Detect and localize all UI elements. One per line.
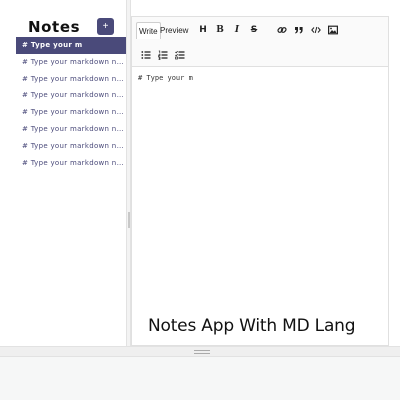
markdown-input[interactable]: # Type your m: [132, 68, 388, 345]
checklist-icon[interactable]: [173, 48, 187, 62]
editor-toolbar: Write Preview H B I S: [132, 17, 388, 67]
markdown-editor: Write Preview H B I S # Type your m: [131, 16, 389, 346]
sidebar-header: Notes +: [16, 17, 116, 37]
header-icon[interactable]: H: [196, 23, 210, 37]
sidebar-title: Notes: [28, 18, 81, 36]
link-icon[interactable]: [275, 23, 289, 37]
quote-icon[interactable]: [292, 23, 306, 37]
overlay-caption: Notes App With MD Lang: [148, 316, 356, 336]
note-list: # Type your m # Type your markdown note'…: [16, 37, 126, 171]
notes-app: Notes + # Type your m # Type your markdo…: [0, 0, 400, 400]
strikethrough-icon[interactable]: S: [247, 23, 261, 37]
add-note-button[interactable]: +: [97, 18, 114, 35]
note-item[interactable]: # Type your markdown note's title here: [16, 71, 126, 88]
bold-icon[interactable]: B: [213, 23, 227, 37]
splitter-grip-icon: [128, 212, 130, 228]
note-item[interactable]: # Type your markdown note's title here: [16, 87, 126, 104]
note-item[interactable]: # Type your markdown note's title here: [16, 104, 126, 121]
note-item[interactable]: # Type your markdown note's title here: [16, 121, 126, 138]
note-item[interactable]: # Type your markdown note's title here: [16, 138, 126, 155]
splitter-grip-icon: [194, 350, 210, 354]
note-item[interactable]: # Type your markdown note's title here: [16, 54, 126, 71]
note-item[interactable]: # Type your m: [16, 37, 126, 54]
code-icon[interactable]: [309, 23, 323, 37]
horizontal-splitter[interactable]: [0, 346, 400, 357]
image-icon[interactable]: [326, 23, 340, 37]
sidebar: Notes + # Type your m # Type your markdo…: [0, 0, 126, 346]
unordered-list-icon[interactable]: [139, 48, 153, 62]
bottom-panel: [0, 357, 400, 400]
note-item[interactable]: # Type your markdown note's title here: [16, 155, 126, 172]
ordered-list-icon[interactable]: [156, 48, 170, 62]
italic-icon[interactable]: I: [230, 23, 244, 37]
tab-preview[interactable]: Preview: [158, 22, 190, 39]
tab-write[interactable]: Write: [136, 22, 161, 39]
